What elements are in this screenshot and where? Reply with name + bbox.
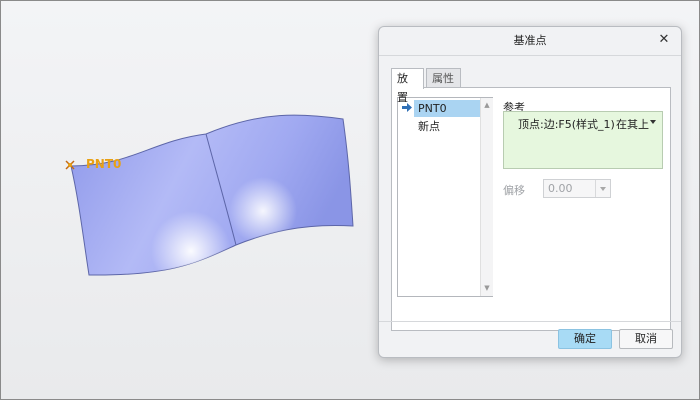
close-icon[interactable]: ✕ bbox=[656, 32, 672, 48]
offset-field[interactable]: 0.00 bbox=[543, 179, 611, 198]
reference-entry[interactable]: 顶点:边:F5(样式_1) bbox=[518, 116, 615, 132]
chevron-down-icon[interactable] bbox=[650, 120, 656, 124]
ok-button[interactable]: 确定 bbox=[558, 329, 612, 349]
list-item-pnt0[interactable]: PNT0 bbox=[414, 100, 480, 117]
reference-collector[interactable]: 顶点:边:F5(样式_1) 在其上 bbox=[503, 111, 663, 169]
scroll-down-icon[interactable]: ▼ bbox=[483, 284, 491, 292]
offset-label: 偏移 bbox=[503, 184, 525, 197]
datum-point-marker[interactable] bbox=[65, 160, 75, 170]
offset-dropdown-button[interactable] bbox=[595, 180, 610, 197]
dialog-title: 基准点 bbox=[513, 34, 547, 47]
datum-point-dialog: 基准点 ✕ 放置 属性 PNT0 新点 ▲ ▼ 参考 顶点:边:F5(样式_1)… bbox=[378, 26, 682, 358]
list-item-new-point[interactable]: 新点 bbox=[414, 118, 480, 135]
tab-placement[interactable]: 放置 bbox=[391, 68, 424, 104]
title-divider bbox=[379, 55, 681, 56]
scroll-up-icon[interactable]: ▲ bbox=[483, 101, 491, 109]
datum-point-label: PNT0 bbox=[86, 157, 122, 171]
list-scrollbar[interactable]: ▲ ▼ bbox=[480, 98, 493, 296]
point-list[interactable]: PNT0 新点 ▲ ▼ bbox=[397, 97, 493, 297]
chevron-down-icon bbox=[600, 187, 606, 191]
footer-divider bbox=[379, 321, 681, 322]
tab-properties[interactable]: 属性 bbox=[426, 68, 461, 87]
constraint-dropdown[interactable]: 在其上 bbox=[616, 116, 649, 132]
cancel-button[interactable]: 取消 bbox=[619, 329, 673, 349]
offset-value: 0.00 bbox=[548, 182, 573, 195]
